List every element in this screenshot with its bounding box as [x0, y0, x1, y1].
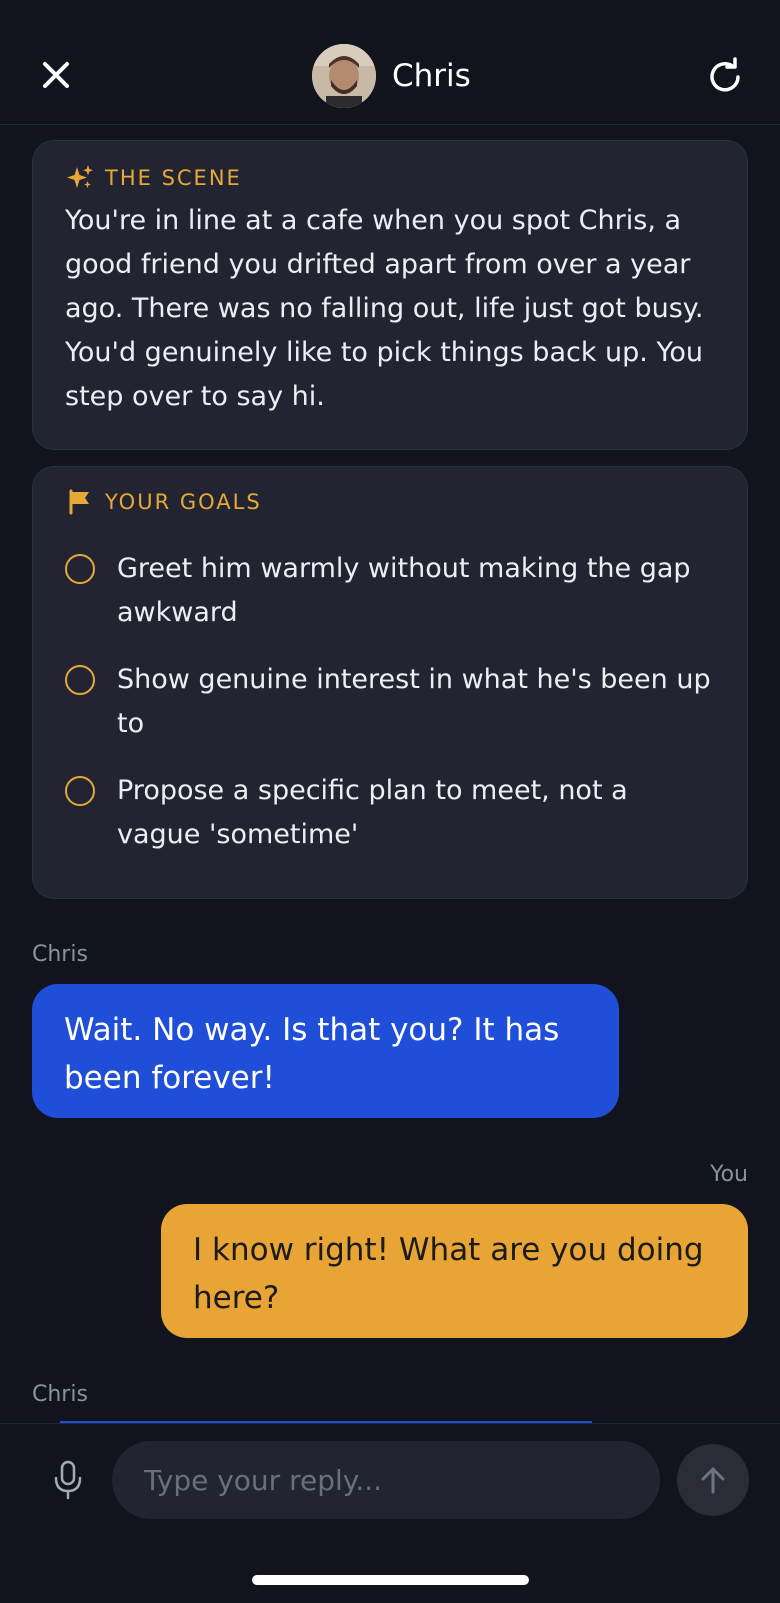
goal-text: Greet him warmly without making the gap … [117, 553, 691, 628]
goal-status-circle [65, 665, 95, 695]
refresh-button[interactable] [703, 55, 747, 99]
goals-label-text: YOUR GOALS [105, 490, 262, 514]
refresh-icon [710, 57, 740, 92]
contact-name: Chris [392, 58, 471, 94]
contact-header: Chris [312, 44, 471, 108]
message-sender: You [710, 1162, 748, 1187]
message-sender: Chris [32, 1382, 88, 1407]
message-bubble-outgoing: I know right! What are you doing here? [161, 1204, 748, 1338]
goal-item: Propose a specific plan to meet, not a v… [65, 769, 725, 857]
arrow-up-icon [701, 1467, 725, 1494]
goal-text: Show genuine interest in what he's been … [117, 664, 711, 739]
chat-screen: Chris THE SCENE You're in line at a cafe… [0, 0, 780, 1603]
avatar [312, 44, 376, 108]
microphone-icon [54, 1460, 82, 1500]
message-bubble-incoming-partial [60, 1421, 592, 1423]
close-button[interactable] [36, 55, 76, 95]
sparkles-icon [65, 163, 95, 193]
goal-item: Show genuine interest in what he's been … [65, 658, 725, 746]
scene-label: THE SCENE [65, 161, 242, 195]
flag-icon [65, 487, 95, 517]
message-sender: Chris [32, 942, 88, 967]
scene-label-text: THE SCENE [105, 166, 242, 190]
goals-card: YOUR GOALS Greet him warmly without maki… [32, 466, 748, 899]
goal-item: Greet him warmly without making the gap … [65, 547, 725, 635]
reply-input[interactable] [112, 1441, 660, 1519]
goal-status-circle [65, 554, 95, 584]
goal-text: Propose a specific plan to meet, not a v… [117, 775, 628, 850]
goals-label: YOUR GOALS [65, 485, 262, 519]
send-button[interactable] [677, 1444, 749, 1516]
goal-status-circle [65, 776, 95, 806]
header: Chris [0, 0, 780, 125]
message-bubble-incoming: Wait. No way. Is that you? It has been f… [32, 984, 619, 1118]
close-icon [43, 62, 69, 88]
home-indicator [252, 1575, 529, 1585]
microphone-button[interactable] [48, 1458, 88, 1502]
scene-card: THE SCENE You're in line at a cafe when … [32, 140, 748, 450]
scene-description: You're in line at a cafe when you spot C… [65, 205, 704, 412]
